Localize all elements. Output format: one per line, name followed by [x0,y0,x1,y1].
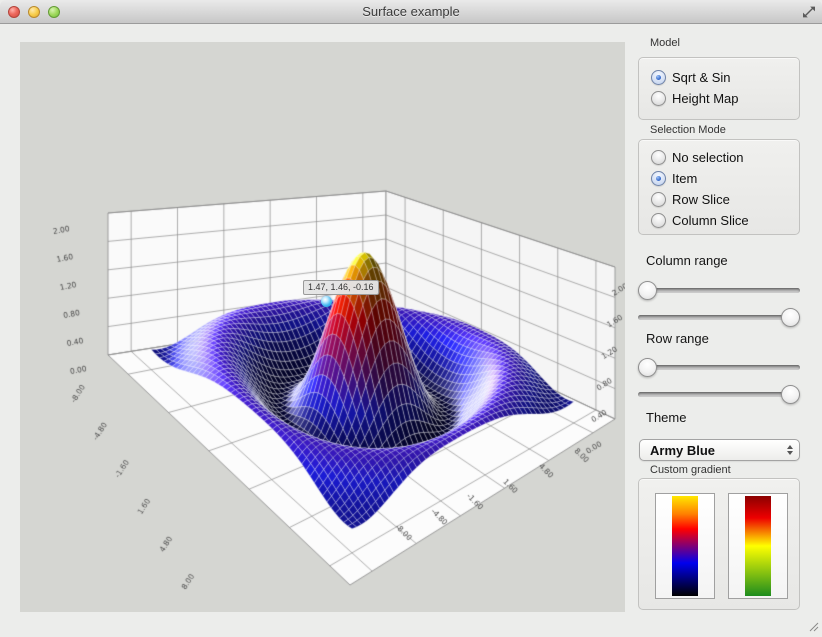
radio-label: Sqrt & Sin [672,70,731,85]
radio-indicator[interactable] [651,171,666,186]
up-arrow-icon [787,445,793,449]
combobox-stepper-icon[interactable] [781,440,799,460]
slider-handle[interactable] [638,281,657,300]
surface-plot-canvas[interactable] [20,42,625,612]
slider-handle[interactable] [781,308,800,327]
radio-indicator[interactable] [651,150,666,165]
model-group-box: Sqrt & Sin Height Map [638,57,800,120]
custom-gradient-group-label: Custom gradient [650,464,731,476]
radio-label: Column Slice [672,213,749,228]
radio-indicator[interactable] [651,192,666,207]
slider-handle[interactable] [781,385,800,404]
radio-indicator[interactable] [651,91,666,106]
radio-option-column-slice[interactable]: Column Slice [651,211,749,230]
column-range-max-slider[interactable] [638,308,800,327]
model-group-label: Model [650,37,680,49]
gradient-swatch [745,496,771,596]
gradient-swatch [672,496,698,596]
resize-grip[interactable] [807,619,819,631]
column-range-label: Column range [646,253,728,268]
row-range-label: Row range [646,331,709,346]
fullscreen-icon[interactable] [801,4,817,20]
selection-value-label: 1.47, 1.46, -0.16 [303,280,379,295]
radio-label: Height Map [672,91,738,106]
slider-handle[interactable] [638,358,657,377]
window-title: Surface example [0,0,822,23]
slider-track[interactable] [638,315,800,320]
row-range-max-slider[interactable] [638,385,800,404]
slider-track[interactable] [638,392,800,397]
radio-option-row-slice[interactable]: Row Slice [651,190,749,209]
custom-gradient-group-box [638,478,800,610]
selection-mode-group-box: No selection Item Row Slice Column Slice [638,139,800,235]
gradient-button-blue-red-yellow[interactable] [655,493,715,599]
radio-label: No selection [672,150,744,165]
gradient-button-green-yellow-red[interactable] [728,493,788,599]
selection-ball-icon [321,296,332,307]
theme-label: Theme [646,410,686,425]
radio-option-item[interactable]: Item [651,169,749,188]
app-window: { "window": { "title": "Surface example"… [0,0,822,633]
theme-selected-value: Army Blue [640,443,781,458]
radio-option-sqrt-sin[interactable]: Sqrt & Sin [651,68,738,87]
column-range-min-slider[interactable] [638,281,800,300]
down-arrow-icon [787,451,793,455]
radio-option-height-map[interactable]: Height Map [651,89,738,108]
radio-indicator[interactable] [651,70,666,85]
selection-mode-group-label: Selection Mode [650,124,726,136]
slider-track[interactable] [638,365,800,370]
theme-combobox[interactable]: Army Blue [639,439,800,461]
radio-label: Row Slice [672,192,730,207]
radio-option-no-selection[interactable]: No selection [651,148,749,167]
slider-track[interactable] [638,288,800,293]
radio-indicator[interactable] [651,213,666,228]
surface-plot-area: 1.47, 1.46, -0.16 [20,42,625,612]
row-range-min-slider[interactable] [638,358,800,377]
radio-label: Item [672,171,697,186]
titlebar[interactable]: Surface example [0,0,822,24]
